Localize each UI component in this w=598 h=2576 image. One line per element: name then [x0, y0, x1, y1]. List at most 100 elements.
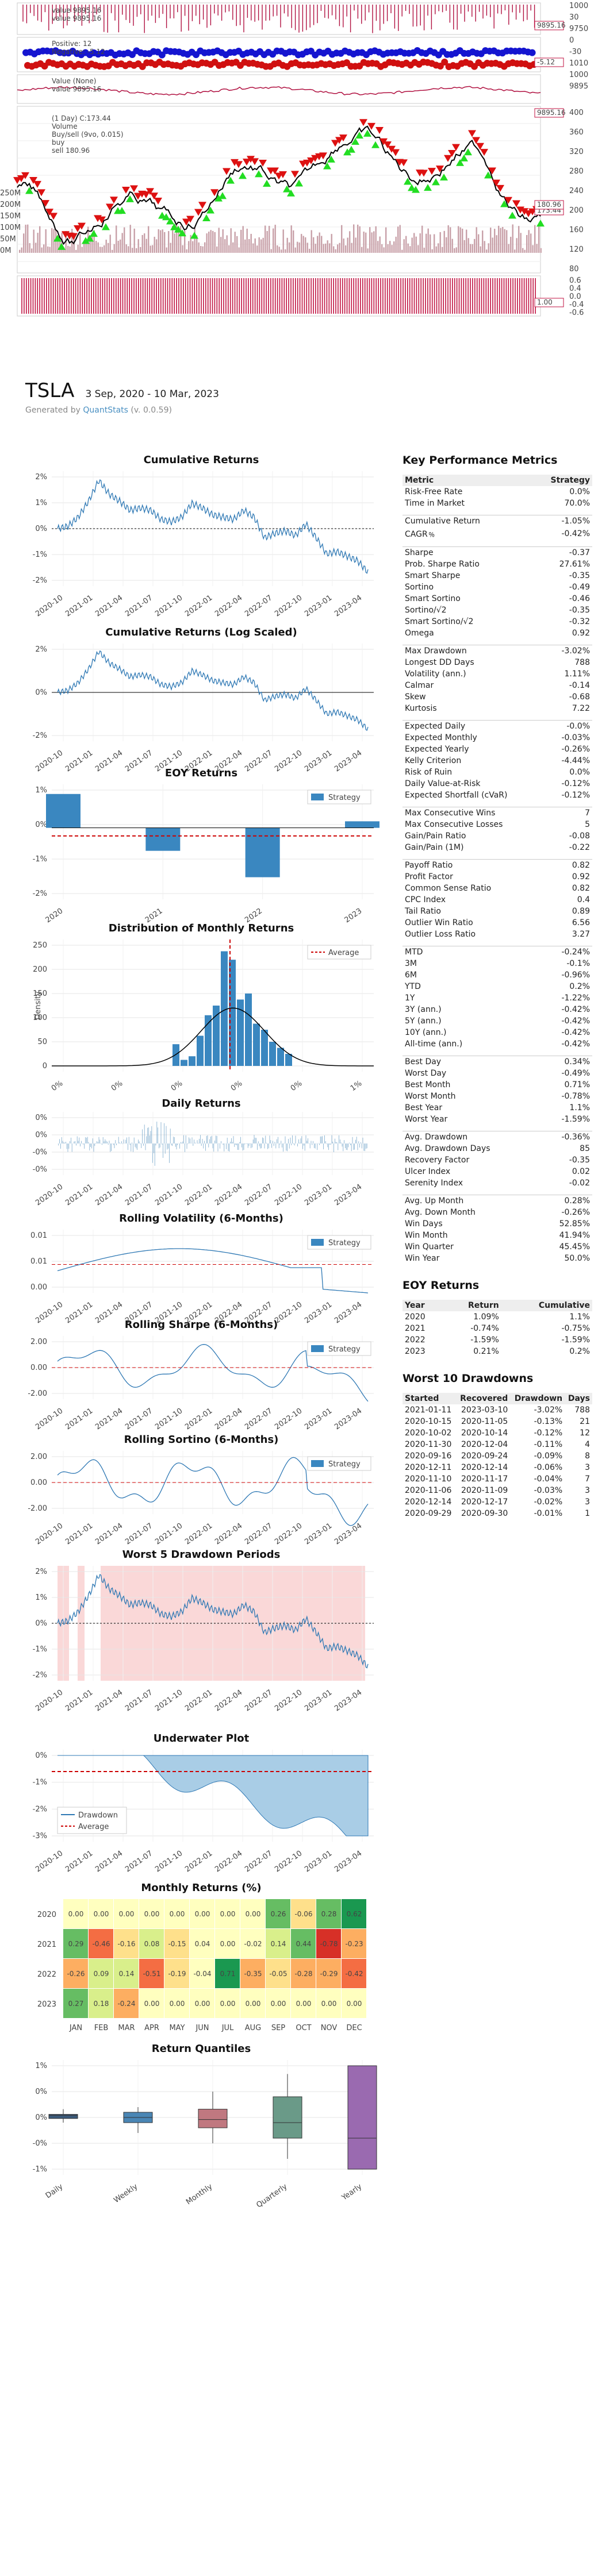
table-cell: Volatility (ann.) [405, 669, 466, 679]
volume-bar [401, 249, 403, 253]
metric-row: Risk-Free Rate 0.0% [402, 486, 592, 498]
y-tick: -1% [33, 855, 47, 864]
x-tick: 2021-10 [154, 1300, 184, 1325]
x-tick: 2023-01 [303, 749, 334, 773]
volume-bar [486, 249, 488, 253]
metric-row: YTD 0.2% [402, 981, 592, 992]
table-cell: 0.34% [564, 1057, 590, 1066]
x-tick: 0% [229, 1079, 244, 1093]
table-cell: -1.59% [561, 1335, 590, 1345]
table-cell: -0.96% [561, 971, 590, 980]
heatmap-value: -0.04 [193, 1970, 211, 1978]
table-cell: 52.85% [559, 1219, 590, 1229]
volume-bar [476, 227, 477, 253]
metric-row: Smart Sharpe -0.35 [402, 570, 592, 582]
volume-bar [425, 233, 427, 253]
heatmap-value: 0.14 [119, 1970, 135, 1978]
report-charts: 2%1%0%-1%-2%2020-102021-012021-042021-07… [28, 471, 379, 2210]
metric-row: Cumulative Return -1.05% [402, 515, 592, 527]
x-tick: 2022-10 [273, 749, 304, 773]
y-tick: 0.00 [30, 1283, 47, 1292]
y-tick: 2% [35, 473, 47, 482]
x-tick: 2020-10 [34, 1688, 64, 1713]
metric-row: Max Drawdown -3.02% [402, 645, 592, 657]
x-tick: 2023-04 [333, 749, 363, 773]
heatmap-col-label: AUG [245, 2024, 261, 2032]
chart-axes: 0%0%-0%-0%2020-102021-012021-042021-0720… [33, 1112, 374, 1207]
hist-bar [245, 994, 252, 1066]
table-cell: 12 [580, 1428, 590, 1438]
heatmap-col-label: JUL [221, 2024, 234, 2032]
table-cell: -0.32 [569, 617, 590, 626]
volume-bar [459, 227, 461, 253]
table-cell: -0.68 [569, 692, 590, 702]
metric-row: Avg. Up Month 0.28% [402, 1195, 592, 1207]
table-cell: -0.24% [561, 948, 590, 957]
x-tick: Daily [44, 2182, 65, 2200]
x-tick: 2023-01 [303, 1407, 334, 1431]
x-tick: 2023-01 [303, 1849, 334, 1874]
metric-separator [402, 940, 592, 946]
volume-bar [431, 249, 433, 253]
volume-bar [435, 246, 437, 253]
heatmap-value: 0.00 [94, 1910, 109, 1918]
metric-row: Avg. Drawdown -0.36% [402, 1131, 592, 1143]
box-body [273, 2096, 302, 2139]
x-tick: 2022-04 [213, 1688, 244, 1713]
y-tick-right: 320 [569, 148, 584, 156]
table-cell: -0.42% [561, 1005, 590, 1014]
table-cell: 0.21% [473, 1347, 499, 1356]
y-tick: 0.01 [30, 1231, 47, 1240]
legend-label: Drawdown [78, 1811, 118, 1820]
table-cell: Skew [405, 692, 426, 702]
volume-bar [530, 233, 532, 253]
heatmap-col-label: SEP [271, 2024, 285, 2032]
table-cell: -0.42% [561, 1016, 590, 1026]
metrics-table: Metric Strategy Risk-Free Rate 0.0% Time in … [402, 475, 592, 1264]
volume-bar [500, 228, 501, 253]
heatmap-value: -0.42 [345, 1970, 363, 1978]
y-tick-right: 400 [569, 109, 584, 117]
volume-bar [450, 227, 451, 253]
table-cell: 41.94% [559, 1231, 590, 1240]
heatmap-value: -0.29 [320, 1970, 338, 1978]
hist-bar [269, 1042, 276, 1066]
volume-bar [454, 248, 455, 253]
table-cell: Common Sense Ratio [405, 884, 492, 893]
volume-bar [409, 246, 411, 253]
table-cell: -0.02% [534, 1497, 563, 1507]
table-cell: Longest DD Days [405, 658, 474, 667]
table-cell: 2020-11-10 [405, 1474, 452, 1484]
table-cell: -0.74% [470, 1324, 499, 1333]
table-cell: Win Year [405, 1254, 440, 1263]
volume-bar [524, 249, 526, 253]
volume-bar [463, 240, 465, 253]
y-tick-right: 1010 [569, 59, 588, 68]
x-tick: 2021-10 [154, 1407, 184, 1431]
volume-bar [526, 235, 528, 253]
y-tick-right: 0.0 [569, 292, 581, 301]
table-cell: Calmar [405, 681, 434, 690]
table-cell: 7 [585, 1474, 590, 1484]
x-tick: 2022-10 [273, 1688, 304, 1713]
x-tick: 2021-07 [124, 1522, 154, 1546]
metric-row: Worst Month -0.78% [402, 1091, 592, 1102]
volume-bar [446, 237, 447, 253]
metric-row: Payoff Ratio 0.82 [402, 860, 592, 872]
volume-bar [508, 244, 509, 253]
metric-row: Smart Sortino -0.46 [402, 593, 592, 604]
hist-bar [253, 1023, 260, 1066]
y-tick: 0% [35, 1131, 47, 1139]
metric-row: Win Quarter 45.45% [402, 1241, 592, 1253]
table-cell: -0.02 [569, 1179, 590, 1188]
x-tick: 2021-07 [124, 1300, 154, 1325]
x-tick: 2023-04 [333, 1407, 363, 1431]
box-body [347, 2065, 377, 2170]
table-cell: -1.59% [470, 1335, 499, 1345]
table-cell: -4.44% [561, 756, 590, 765]
table-cell: Avg. Drawdown Days [405, 1144, 490, 1153]
table-cell: Omega [405, 629, 434, 638]
x-tick: 2023-04 [333, 1183, 363, 1207]
table-cell: 85 [580, 1144, 590, 1153]
y-tick-right: 120 [569, 245, 584, 254]
